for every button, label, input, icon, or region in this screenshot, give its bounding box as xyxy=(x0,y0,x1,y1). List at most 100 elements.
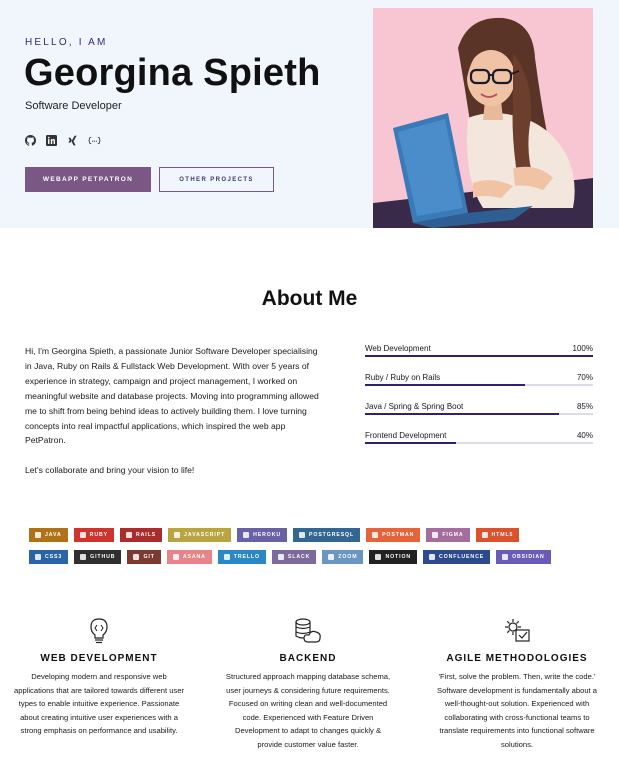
github-icon[interactable] xyxy=(25,135,36,146)
tech-badge-zoom: ZOOM xyxy=(322,550,364,564)
about-title: About Me xyxy=(261,287,358,310)
skill-label: Web Development xyxy=(365,344,431,353)
tech-badge-trello: TRELLO xyxy=(217,550,266,564)
badge-label: ASANA xyxy=(182,554,206,560)
bio: Hi, I'm Georgina Spieth, a passionate Ju… xyxy=(25,344,320,478)
webapp-petpatron-button[interactable]: WEBAPP PETPATRON xyxy=(25,167,151,192)
tech-badge-confluence: CONFLUENCE xyxy=(423,550,491,564)
badge-label: FIGMA xyxy=(442,532,464,538)
page-title: Georgina Spieth xyxy=(24,52,321,94)
skill-label: Java / Spring & Spring Boot xyxy=(365,402,464,411)
tech-badge-heroku: HEROKU xyxy=(237,528,288,542)
badge-label: POSTMAN xyxy=(382,532,415,538)
tech-badge-notion: NOTION xyxy=(369,550,418,564)
tech-badge-github: GITHUB xyxy=(74,550,122,564)
skill-percent: 85% xyxy=(576,402,593,411)
skills-list: Web Development 100% Ruby / Ruby on Rail… xyxy=(365,343,593,459)
tech-badges: JAVA RUBY RAILS JAVASCRIPT HEROKU POSTGRESQL P… xyxy=(29,528,599,572)
badge-label: HTML5 xyxy=(491,532,514,538)
skill-percent: 40% xyxy=(576,431,593,440)
tech-badge-javascript: JAVASCRIPT xyxy=(168,528,232,542)
tech-badge-ruby: RUBY xyxy=(73,528,114,542)
zoom-icon xyxy=(328,554,335,560)
skill-track xyxy=(365,384,593,386)
obsidian-icon xyxy=(502,554,509,560)
trello-icon xyxy=(223,554,230,560)
skill-label: Frontend Development xyxy=(365,431,447,440)
git-icon xyxy=(133,554,140,560)
badge-label: ZOOM xyxy=(338,554,358,560)
service-text: 'First, solve the problem. Then, write t… xyxy=(437,672,597,749)
service-backend: BACKEND Structured approach mapping data… xyxy=(223,615,393,752)
tech-badge-rails: RAILS xyxy=(119,528,163,542)
skill-fill xyxy=(365,384,525,386)
tech-badge-css3: CSS3 xyxy=(29,550,69,564)
tech-badge-postgresql: POSTGRESQL xyxy=(293,528,361,542)
badge-label: HEROKU xyxy=(253,532,282,538)
tech-badge-java: JAVA xyxy=(29,528,68,542)
badge-label: CONFLUENCE xyxy=(439,554,485,560)
javascript-icon xyxy=(174,532,181,538)
tech-badge-postman: POSTMAN xyxy=(366,528,421,542)
social-links xyxy=(25,135,101,146)
badge-label: OBSIDIAN xyxy=(512,554,545,560)
badge-label: TRELLO xyxy=(233,554,260,560)
rails-icon xyxy=(125,532,132,538)
xing-icon[interactable] xyxy=(67,135,78,146)
badge-label: NOTION xyxy=(385,554,412,560)
css3-icon xyxy=(35,554,41,560)
tech-badge-html5: HTML5 xyxy=(475,528,520,542)
badge-row: CSS3 GITHUB GIT ASANA TRELLO SLACK ZOOM NOTION C… xyxy=(29,550,599,564)
skill-bar: Ruby / Ruby on Rails 70% xyxy=(365,372,593,401)
database-cloud-icon xyxy=(223,615,393,647)
other-projects-button[interactable]: OTHER PROJECTS xyxy=(159,167,274,192)
badge-label: JAVASCRIPT xyxy=(184,532,226,538)
figma-icon xyxy=(432,532,439,538)
confluence-icon xyxy=(429,554,436,560)
tech-badge-figma: FIGMA xyxy=(426,528,470,542)
code-icon[interactable] xyxy=(88,135,101,146)
skill-fill xyxy=(365,355,593,357)
ruby-icon xyxy=(79,532,86,538)
service-text: Structured approach mapping database sch… xyxy=(225,672,391,749)
service-title: BACKEND xyxy=(279,653,337,664)
skill-fill xyxy=(365,413,559,415)
tech-badge-slack: SLACK xyxy=(271,550,317,564)
skill-track xyxy=(365,355,593,357)
badge-label: JAVA xyxy=(45,532,62,538)
skill-percent: 100% xyxy=(572,344,593,353)
badge-label: SLACK xyxy=(287,554,311,560)
hero-section: HELLO, I AM Georgina Spieth Software Dev… xyxy=(0,0,619,228)
skill-fill xyxy=(365,442,457,444)
java-icon xyxy=(35,532,41,538)
skill-label: Ruby / Ruby on Rails xyxy=(365,373,441,382)
badge-row: JAVA RUBY RAILS JAVASCRIPT HEROKU POSTGRESQL P… xyxy=(29,528,599,542)
skill-bar: Web Development 100% xyxy=(365,343,593,372)
service-agile: AGILE METHODOLOGIES 'First, solve the pr… xyxy=(432,615,602,752)
service-title: AGILE METHODOLOGIES xyxy=(446,653,588,664)
bio-paragraph: Let's collaborate and bring your vision … xyxy=(25,465,195,476)
badge-label: GIT xyxy=(143,554,155,560)
asana-icon xyxy=(172,554,179,560)
gear-check-icon xyxy=(432,615,602,647)
lightbulb-code-icon xyxy=(14,615,184,647)
linkedin-icon[interactable] xyxy=(46,135,57,146)
tech-badge-obsidian: OBSIDIAN xyxy=(496,550,551,564)
service-title: WEB DEVELOPMENT xyxy=(40,653,158,664)
heroku-icon xyxy=(243,532,250,538)
postman-icon xyxy=(372,532,379,538)
notion-icon xyxy=(375,554,382,560)
greeting: HELLO, I AM xyxy=(25,37,108,48)
badge-label: POSTGRESQL xyxy=(309,532,355,538)
bio-paragraph: Hi, I'm Georgina Spieth, a passionate Ju… xyxy=(25,346,319,446)
service-web-development: WEB DEVELOPMENT Developing modern and re… xyxy=(14,615,184,738)
badge-label: GITHUB xyxy=(90,554,116,560)
skill-bar: Java / Spring & Spring Boot 85% xyxy=(365,401,593,430)
badge-label: CSS3 xyxy=(45,554,63,560)
html5-icon xyxy=(481,532,488,538)
skill-track xyxy=(365,442,593,444)
tech-badge-asana: ASANA xyxy=(166,550,212,564)
postgresql-icon xyxy=(299,532,306,538)
github-icon xyxy=(80,554,87,560)
service-text: Developing modern and responsive web app… xyxy=(14,672,184,736)
